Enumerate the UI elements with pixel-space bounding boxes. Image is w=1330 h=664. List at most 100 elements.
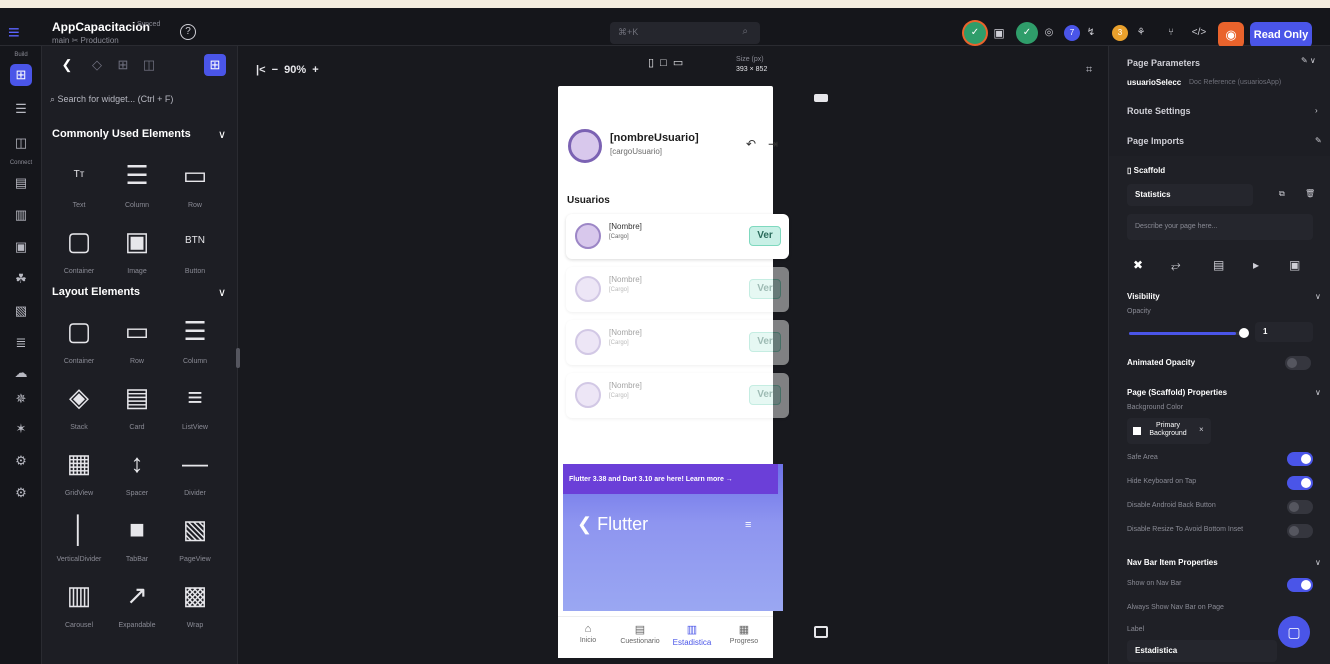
- ai-agent-icon[interactable]: ✵: [10, 388, 32, 410]
- user-card[interactable]: [Nombre] [Cargo] Ver: [566, 320, 789, 365]
- common-tile[interactable]: Tт Text: [54, 156, 104, 218]
- storyboard-icon[interactable]: ▤: [10, 172, 32, 194]
- opacity-value-field[interactable]: 1: [1255, 322, 1313, 342]
- layout-toggle-icon[interactable]: [814, 94, 828, 102]
- delete-icon[interactable]: 🗑: [1305, 189, 1315, 198]
- layout-tile[interactable]: ↕ Spacer: [112, 444, 162, 506]
- common-tile[interactable]: ▣ Image: [112, 222, 162, 284]
- layout-tile[interactable]: ◈ Stack: [54, 378, 104, 440]
- layout-tile[interactable]: — Divider: [170, 444, 220, 506]
- common-tile[interactable]: ☰ Column: [112, 156, 162, 218]
- logout-icon[interactable]: ⇥: [768, 137, 778, 151]
- page-parameters-title[interactable]: Page Parameters: [1127, 58, 1200, 68]
- nav-item-estadistica[interactable]: ▥ Estadistica: [666, 623, 718, 647]
- ver-button[interactable]: Ver: [749, 279, 781, 299]
- ver-button[interactable]: Ver: [749, 226, 781, 246]
- chevron-right-icon[interactable]: ›: [1315, 106, 1318, 115]
- issue-count-badge[interactable]: 3: [1112, 25, 1128, 41]
- hide-keyboard-toggle[interactable]: [1287, 476, 1313, 490]
- show-nav-toggle[interactable]: [1287, 578, 1313, 592]
- ai-gen-icon[interactable]: ✶: [10, 418, 32, 440]
- check-icon[interactable]: ✓: [1016, 22, 1038, 44]
- lightning-icon[interactable]: ↯: [1080, 22, 1102, 44]
- device-frame-icon[interactable]: [814, 626, 828, 638]
- preview-eye-icon[interactable]: ◉: [1218, 22, 1244, 48]
- flutter-banner[interactable]: Flutter 3.38 and Dart 3.10 are here! Lea…: [563, 464, 783, 611]
- nav-item-progreso[interactable]: ▦ Progreso: [718, 623, 770, 645]
- opacity-slider-thumb[interactable]: [1239, 328, 1249, 338]
- layout-tile[interactable]: ☰ Column: [170, 312, 220, 374]
- page-name-field[interactable]: Statistics: [1127, 184, 1253, 206]
- layout-tile[interactable]: ■ TabBar: [112, 510, 162, 572]
- chat-support-icon[interactable]: ▢: [1278, 616, 1310, 648]
- back-arrow-icon[interactable]: ❮: [56, 54, 78, 76]
- app-title[interactable]: AppCapacitacion: [52, 20, 150, 34]
- template-icon[interactable]: ⊞: [112, 54, 134, 76]
- code-icon[interactable]: </>: [1188, 22, 1210, 44]
- back-reply-icon[interactable]: ↶: [746, 137, 756, 151]
- route-settings[interactable]: Route Settings: [1127, 106, 1191, 116]
- layout-tile[interactable]: ▩ Wrap: [170, 576, 220, 638]
- panel-resize-handle[interactable]: [236, 348, 240, 368]
- theme-icon[interactable]: ⚙: [10, 450, 32, 472]
- layout-tile[interactable]: ▢ Container: [54, 312, 104, 374]
- user-card[interactable]: [Nombre] [Cargo] Ver: [566, 214, 789, 259]
- chevron-down-icon[interactable]: ∨: [218, 128, 226, 141]
- command-search[interactable]: ⌘+K ⌕: [610, 22, 760, 44]
- widget-palette-icon[interactable]: ⊞: [10, 64, 32, 86]
- page-imports[interactable]: Page Imports: [1127, 136, 1184, 146]
- custom-code-icon[interactable]: ≣: [10, 332, 32, 354]
- components-icon[interactable]: ◫: [10, 132, 32, 154]
- branch-icon[interactable]: ⑂: [1160, 22, 1182, 44]
- device-selector[interactable]: ▯ □ ▭: [648, 56, 683, 69]
- layout-tile[interactable]: ▦ GridView: [54, 444, 104, 506]
- help-icon[interactable]: ?: [180, 24, 196, 40]
- media-assets-icon[interactable]: ▧: [10, 300, 32, 322]
- disable-back-toggle[interactable]: [1287, 500, 1313, 514]
- common-tile[interactable]: BTN Button: [170, 222, 220, 284]
- cloud-functions-icon[interactable]: ☁: [10, 362, 32, 384]
- chevron-down-icon[interactable]: ∨: [1315, 388, 1321, 397]
- copy-icon[interactable]: ⧉: [1279, 189, 1285, 199]
- zoom-control[interactable]: |< − 90% +: [256, 64, 319, 76]
- common-tile[interactable]: ▢ Container: [54, 222, 104, 284]
- add-widget-icon[interactable]: ⊞: [204, 54, 226, 76]
- opacity-slider-track[interactable]: [1129, 332, 1245, 335]
- nav-bar-props-title[interactable]: Nav Bar Item Properties: [1127, 558, 1218, 567]
- layout-tile[interactable]: ▭ Row: [112, 312, 162, 374]
- backend-tab-icon[interactable]: ▤: [1213, 258, 1224, 272]
- branch-label[interactable]: main ✂ Production: [52, 36, 119, 45]
- banner-text[interactable]: Flutter 3.38 and Dart 3.10 are here! Lea…: [563, 464, 778, 494]
- layout-tile[interactable]: ↗ Expandable: [112, 576, 162, 638]
- animated-opacity-toggle[interactable]: [1285, 356, 1311, 370]
- user-card[interactable]: [Nombre] [Cargo] Ver: [566, 267, 789, 312]
- settings-icon[interactable]: ⚙: [10, 482, 32, 504]
- disable-resize-toggle[interactable]: [1287, 524, 1313, 538]
- flutterflow-logo-icon[interactable]: ≡: [8, 22, 32, 46]
- layout-icon[interactable]: ◫: [138, 54, 160, 76]
- states-tab-icon[interactable]: ▣: [1289, 258, 1300, 272]
- common-tile[interactable]: ▭ Row: [170, 156, 220, 218]
- layout-tile[interactable]: ▥ Carousel: [54, 576, 104, 638]
- fit-icon[interactable]: ⌗: [1086, 64, 1092, 77]
- properties-tab-icon[interactable]: ✖: [1133, 258, 1143, 272]
- data-schema-icon[interactable]: ▥: [10, 204, 32, 226]
- safe-area-toggle[interactable]: [1287, 452, 1313, 466]
- ver-button[interactable]: Ver: [749, 332, 781, 352]
- api-icon[interactable]: ▣: [10, 236, 32, 258]
- chevron-down-icon[interactable]: ∨: [1315, 292, 1321, 301]
- chat-review-icon[interactable]: ◎: [1038, 22, 1060, 44]
- ver-button[interactable]: Ver: [749, 385, 781, 405]
- common-elements-title[interactable]: Commonly Used Elements: [52, 128, 191, 140]
- edit-icon[interactable]: ✎ ∨: [1301, 56, 1316, 65]
- flow-icon[interactable]: ▣: [988, 22, 1010, 44]
- bg-color-field[interactable]: Primary Background ×: [1127, 418, 1211, 444]
- user-card[interactable]: [Nombre] [Cargo] Ver: [566, 373, 789, 418]
- warning-count-badge[interactable]: 7: [1064, 25, 1080, 41]
- bug-icon[interactable]: ⚘: [1130, 22, 1152, 44]
- gem-icon[interactable]: ◇: [86, 54, 108, 76]
- clear-icon[interactable]: ×: [1199, 425, 1204, 434]
- scaffold-properties-title[interactable]: Page (Scaffold) Properties: [1127, 388, 1227, 397]
- menu-icon[interactable]: ≡: [745, 519, 751, 531]
- animation-tab-icon[interactable]: ▸: [1253, 258, 1259, 272]
